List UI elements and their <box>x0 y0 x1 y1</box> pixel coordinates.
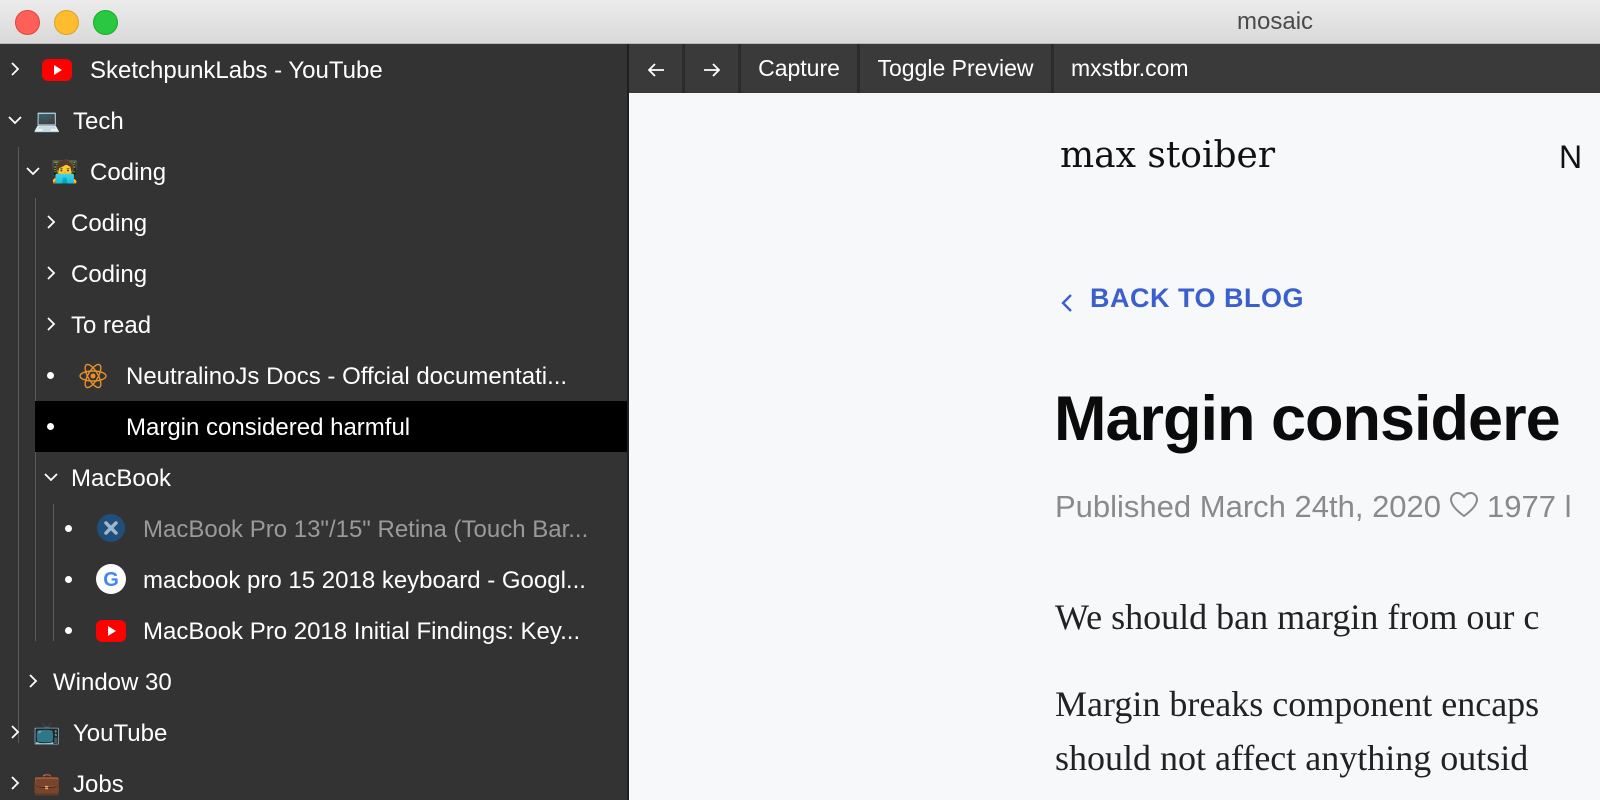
briefcase-icon: 💼 <box>33 771 61 796</box>
chevron-left-icon <box>1060 289 1074 320</box>
site-nav-link[interactable]: N <box>1559 139 1582 176</box>
browser-toolbar: Capture Toggle Preview mxstbr.com <box>629 44 1600 93</box>
sidebar-item-macbook-pro-retina[interactable]: MacBook Pro 13"/15" Retina (Touch Bar... <box>0 503 628 554</box>
sidebar-item-macbook-findings[interactable]: MacBook Pro 2018 Initial Findings: Key..… <box>0 605 628 656</box>
sidebar-item-margin-considered-harmful[interactable]: Margin considered harmful <box>35 401 627 452</box>
close-window-button[interactable] <box>15 10 40 35</box>
article-paragraph: We should ban margin from our c <box>1055 597 1540 637</box>
back-to-blog-label: BACK TO BLOG <box>1090 283 1304 313</box>
article-paragraph: should not affect anything outsid <box>1055 738 1529 778</box>
laptop-icon: 💻 <box>33 108 61 133</box>
chevron-right-icon[interactable] <box>8 62 22 76</box>
sidebar-item-label: macbook pro 15 2018 keyboard - Googl... <box>143 567 586 594</box>
minimize-window-button[interactable] <box>54 10 79 35</box>
sidebar-item-coding[interactable]: Coding <box>0 248 628 299</box>
sidebar-item-label: Tech <box>73 108 124 135</box>
arrow-left-icon <box>646 55 666 81</box>
sidebar-item-label: MacBook Pro 13"/15" Retina (Touch Bar... <box>143 516 589 543</box>
sidebar-item-macbook[interactable]: MacBook <box>0 452 628 503</box>
page-preview[interactable]: max stoiber N BACK TO BLOG Margin consid… <box>629 93 1600 800</box>
ifixit-icon <box>96 514 126 543</box>
article-title: Margin considere <box>1054 384 1561 454</box>
article-paragraph: Margin breaks component encaps <box>1055 684 1540 724</box>
google-icon: G <box>96 564 126 594</box>
like-count: 1977 l <box>1487 489 1572 524</box>
youtube-icon <box>96 617 126 645</box>
atom-icon <box>78 362 108 390</box>
sidebar-item-window-30[interactable]: Window 30 <box>0 656 628 707</box>
chevron-right-icon[interactable] <box>8 725 22 739</box>
sidebar-tree: SketchpunkLabs - YouTube 💻 Tech 🧑‍💻 Codi… <box>0 44 628 800</box>
site-brand-link[interactable]: max stoiber <box>1060 135 1275 176</box>
sidebar-item-label: MacBook Pro 2018 Initial Findings: Key..… <box>143 618 581 645</box>
chevron-down-icon[interactable] <box>8 113 22 127</box>
sidebar-item-label: MacBook <box>71 465 172 492</box>
sidebar-item-label: Margin considered harmful <box>126 414 411 441</box>
chevron-right-icon[interactable] <box>8 776 22 790</box>
chevron-right-icon[interactable] <box>26 674 40 688</box>
sidebar-item-label: Coding <box>90 159 167 186</box>
window-titlebar: mosaic <box>0 0 1600 44</box>
toggle-preview-button[interactable]: Toggle Preview <box>860 44 1051 93</box>
sidebar-item-label: Coding <box>71 261 148 288</box>
zoom-window-button[interactable] <box>93 10 118 35</box>
bullet-icon <box>65 627 72 634</box>
chevron-down-icon[interactable] <box>26 164 40 178</box>
sidebar-item-neutralinojs[interactable]: NeutralinoJs Docs - Offcial documentati.… <box>0 350 628 401</box>
url-field[interactable]: mxstbr.com <box>1054 44 1600 93</box>
bullet-icon <box>65 525 72 532</box>
sidebar-item-coding[interactable]: Coding <box>0 197 628 248</box>
window-title: mosaic <box>1237 8 1314 35</box>
sidebar-item-label: Coding <box>71 210 148 237</box>
tv-icon: 📺 <box>33 720 61 745</box>
article-meta: Published March 24th, 2020 1977 l <box>1055 489 1572 527</box>
bullet-icon <box>65 576 72 583</box>
sidebar-item-jobs[interactable]: 💼 Jobs <box>0 758 628 800</box>
sidebar-item-google-search[interactable]: G macbook pro 15 2018 keyboard - Googl..… <box>0 554 628 605</box>
sidebar-item-coding-group[interactable]: 🧑‍💻 Coding <box>0 146 628 197</box>
sidebar-item-label: To read <box>71 312 152 339</box>
sidebar-item-label: Window 30 <box>53 669 172 696</box>
chevron-right-icon[interactable] <box>44 266 58 280</box>
chevron-right-icon[interactable] <box>44 317 58 331</box>
heart-icon[interactable] <box>1449 491 1479 527</box>
bullet-icon <box>47 372 54 379</box>
sidebar-item-youtube[interactable]: 📺 YouTube <box>0 707 628 758</box>
chevron-right-icon[interactable] <box>44 215 58 229</box>
sidebar-item-label: Jobs <box>73 771 124 798</box>
sidebar-item-label: NeutralinoJs Docs - Offcial documentati.… <box>126 363 568 390</box>
capture-button[interactable]: Capture <box>741 44 857 93</box>
forward-button[interactable] <box>685 44 738 93</box>
bullet-icon <box>47 423 54 430</box>
sidebar-item-label: YouTube <box>73 720 168 747</box>
back-button[interactable] <box>629 44 682 93</box>
svg-text:G: G <box>103 569 119 591</box>
sidebar-item-sketchpunklabs[interactable]: SketchpunkLabs - YouTube <box>0 44 628 95</box>
youtube-icon <box>42 56 72 84</box>
sidebar-item-to-read[interactable]: To read <box>0 299 628 350</box>
sidebar-item-label: SketchpunkLabs - YouTube <box>90 57 383 84</box>
chevron-down-icon[interactable] <box>44 470 58 484</box>
coder-icon: 🧑‍💻 <box>51 159 79 184</box>
published-date: Published March 24th, 2020 <box>1055 489 1442 524</box>
sidebar-item-tech[interactable]: 💻 Tech <box>0 95 628 146</box>
arrow-right-icon <box>702 55 722 81</box>
